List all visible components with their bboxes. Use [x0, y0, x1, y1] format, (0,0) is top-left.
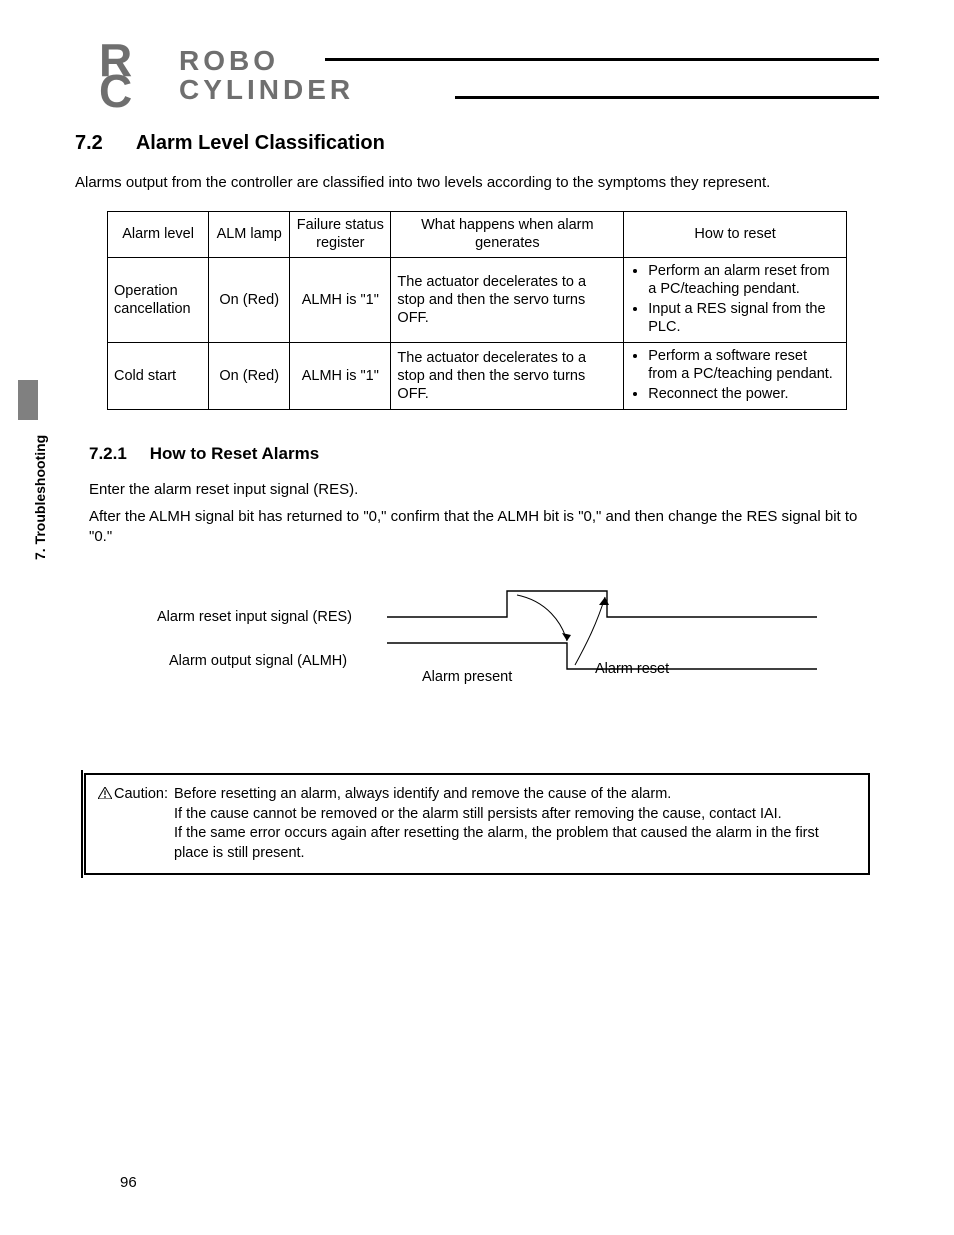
logo-words: ROBO CYLINDER — [179, 46, 354, 105]
caution-label: Caution: — [98, 785, 174, 863]
cell-level: Cold start — [108, 343, 209, 410]
reset-item: Input a RES signal from the PLC. — [648, 300, 840, 336]
cell-reg: ALMH is "1" — [290, 257, 391, 343]
timing-waveforms-icon — [387, 583, 827, 703]
th-what-happens: What happens when alarm generates — [391, 212, 624, 257]
th-failure-reg: Failure status register — [290, 212, 391, 257]
cell-what: The actuator decelerates to a stop and t… — [391, 343, 624, 410]
header-rule-bottom — [455, 96, 879, 99]
timing-label-res: Alarm reset input signal (RES) — [157, 609, 352, 625]
subsection-number: 7.2.1 — [89, 444, 145, 464]
logo-rc-glyph: R C — [99, 42, 132, 110]
section-number: 7.2 — [75, 132, 131, 155]
logo-line2: CYLINDER — [179, 75, 354, 104]
cell-what: The actuator decelerates to a stop and t… — [391, 257, 624, 343]
body-paragraph-2: After the ALMH signal bit has returned t… — [89, 507, 865, 548]
reset-item: Reconnect the power. — [648, 385, 840, 403]
timing-diagram: Alarm reset input signal (RES) Alarm out… — [127, 583, 827, 713]
side-tab-bar — [18, 380, 38, 420]
header-logo-bar: R C ROBO CYLINDER — [75, 44, 879, 114]
body-paragraph-1: Enter the alarm reset input signal (RES)… — [89, 480, 865, 500]
table-row: Cold start On (Red) ALMH is "1" The actu… — [108, 343, 847, 410]
cell-level: Operation cancellation — [108, 257, 209, 343]
th-alm-lamp: ALM lamp — [209, 212, 290, 257]
table-row: Operation cancellation On (Red) ALMH is … — [108, 257, 847, 343]
section-title: Alarm Level Classification — [136, 132, 385, 154]
warning-triangle-icon — [98, 786, 112, 798]
th-alarm-level: Alarm level — [108, 212, 209, 257]
timing-label-almh: Alarm output signal (ALMH) — [169, 653, 347, 669]
cell-lamp: On (Red) — [209, 343, 290, 410]
alarm-classification-table: Alarm level ALM lamp Failure status regi… — [107, 211, 847, 410]
cell-lamp: On (Red) — [209, 257, 290, 343]
cell-reg: ALMH is "1" — [290, 343, 391, 410]
reset-item: Perform an alarm reset from a PC/teachin… — [648, 262, 840, 298]
section-heading: 7.2 Alarm Level Classification — [75, 132, 879, 155]
logo-c: C — [99, 73, 132, 110]
th-how-to-reset: How to reset — [624, 212, 847, 257]
caution-line: Before resetting an alarm, always identi… — [174, 785, 856, 805]
cell-reset: Perform an alarm reset from a PC/teachin… — [624, 257, 847, 343]
reset-item: Perform a software reset from a PC/teach… — [648, 347, 840, 383]
intro-paragraph: Alarms output from the controller are cl… — [75, 173, 879, 193]
caution-box: Caution: Before resetting an alarm, alwa… — [84, 773, 870, 875]
side-tab-label: 7. Troubleshooting — [32, 435, 48, 560]
subsection-title: How to Reset Alarms — [150, 444, 319, 463]
header-rule-top — [325, 58, 879, 61]
caution-line: If the cause cannot be removed or the al… — [174, 805, 856, 825]
caution-body: Before resetting an alarm, always identi… — [174, 785, 856, 863]
page-number: 96 — [120, 1174, 137, 1191]
subsection-heading: 7.2.1 How to Reset Alarms — [89, 444, 879, 464]
caution-label-text: Caution: — [114, 786, 168, 802]
caution-line: If the same error occurs again after res… — [174, 824, 856, 863]
side-tab: 7. Troubleshooting — [18, 400, 38, 560]
cell-reset: Perform a software reset from a PC/teach… — [624, 343, 847, 410]
table-header-row: Alarm level ALM lamp Failure status regi… — [108, 212, 847, 257]
